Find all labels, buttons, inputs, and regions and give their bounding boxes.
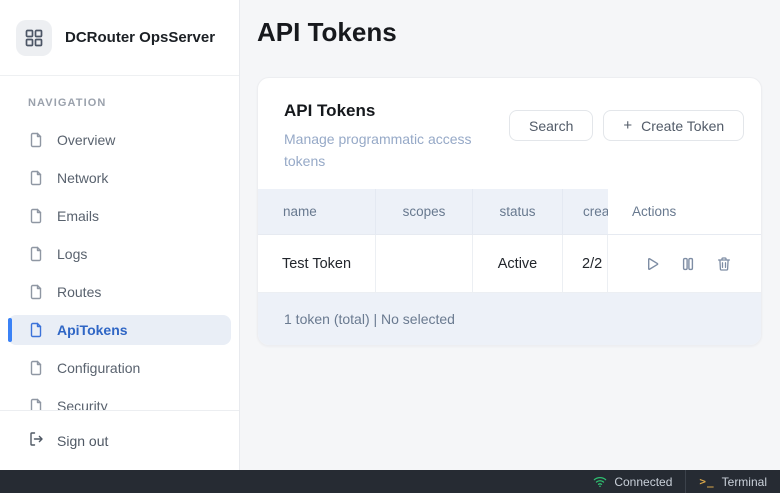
sidebar-item-label: Logs — [57, 246, 87, 262]
file-icon — [28, 360, 44, 376]
pause-token-button[interactable] — [680, 256, 696, 272]
cell-token-scopes — [376, 235, 473, 292]
column-header-name: name — [258, 189, 376, 234]
file-icon — [28, 132, 44, 148]
card-header: API Tokens Manage programmatic access to… — [258, 78, 761, 189]
brand-title: DCRouter OpsServer — [65, 29, 215, 46]
sign-out-button[interactable]: Sign out — [0, 431, 239, 450]
active-indicator-bar — [8, 318, 12, 342]
logout-icon — [28, 431, 44, 450]
sidebar-item-label: Emails — [57, 208, 99, 224]
grid-icon — [24, 28, 44, 48]
pause-icon — [680, 256, 696, 272]
create-token-label: Create Token — [641, 118, 724, 134]
column-header-status: status — [473, 189, 563, 234]
terminal-button[interactable]: >_ Terminal — [685, 470, 780, 493]
nav-section-label: NAVIGATION — [28, 97, 231, 109]
tokens-table: name scopes status created Actions Test … — [258, 189, 761, 345]
play-icon — [644, 256, 660, 272]
file-icon — [28, 284, 44, 300]
terminal-label: Terminal — [722, 475, 767, 489]
sidebar-footer: Sign out — [0, 410, 239, 470]
api-tokens-card: API Tokens Manage programmatic access to… — [257, 77, 762, 346]
sidebar-nav: NAVIGATION Overview Network Emails Logs — [0, 76, 239, 410]
status-bar: Connected >_ Terminal — [0, 470, 780, 493]
table-header-row: name scopes status created Actions — [258, 189, 761, 235]
sidebar-header: DCRouter OpsServer — [0, 0, 239, 76]
delete-token-button[interactable] — [716, 256, 732, 272]
plus-icon: + — [623, 118, 632, 133]
search-button-label: Search — [529, 118, 573, 134]
connection-status-label: Connected — [614, 475, 672, 489]
file-icon — [28, 322, 44, 338]
card-subtitle: Manage programmatic access tokens — [284, 128, 509, 172]
connection-status: Connected — [580, 470, 685, 493]
page-title: API Tokens — [257, 14, 762, 50]
cell-token-actions — [608, 235, 761, 292]
sidebar-item-overview[interactable]: Overview — [8, 125, 231, 155]
sidebar: DCRouter OpsServer NAVIGATION Overview N… — [0, 0, 240, 470]
table-summary-text: 1 token (total) | No selected — [284, 311, 455, 327]
table-row[interactable]: Test Token Active 2/2 — [258, 235, 761, 293]
file-icon — [28, 246, 44, 262]
app-window: DCRouter OpsServer NAVIGATION Overview N… — [0, 0, 780, 470]
sidebar-item-routes[interactable]: Routes — [8, 277, 231, 307]
app-logo — [16, 20, 52, 56]
sidebar-item-network[interactable]: Network — [8, 163, 231, 193]
sidebar-item-label: Routes — [57, 284, 101, 300]
cell-token-created: 2/2 — [563, 235, 608, 292]
sidebar-item-label: ApiTokens — [57, 322, 128, 338]
sidebar-item-apitokens[interactable]: ApiTokens — [8, 315, 231, 345]
column-header-scopes: scopes — [376, 189, 473, 234]
card-title: API Tokens — [284, 101, 509, 121]
sidebar-item-emails[interactable]: Emails — [8, 201, 231, 231]
main-content: API Tokens API Tokens Manage programmati… — [240, 0, 780, 470]
cell-token-status: Active — [473, 235, 563, 292]
resume-token-button[interactable] — [644, 256, 660, 272]
sidebar-item-logs[interactable]: Logs — [8, 239, 231, 269]
file-icon — [28, 170, 44, 186]
trash-icon — [716, 256, 732, 272]
cell-token-name: Test Token — [258, 235, 376, 292]
sign-out-label: Sign out — [57, 433, 108, 449]
file-icon — [28, 208, 44, 224]
search-button[interactable]: Search — [509, 110, 593, 141]
wifi-icon — [593, 475, 607, 488]
column-header-actions: Actions — [608, 189, 761, 234]
sidebar-item-label: Configuration — [57, 360, 140, 376]
terminal-icon: >_ — [699, 475, 714, 488]
sidebar-item-label: Overview — [57, 132, 115, 148]
create-token-button[interactable]: + Create Token — [603, 110, 744, 141]
sidebar-item-security[interactable]: Security — [8, 391, 231, 410]
sidebar-item-label: Network — [57, 170, 108, 186]
sidebar-item-configuration[interactable]: Configuration — [8, 353, 231, 383]
file-icon — [28, 398, 44, 410]
table-summary-bar: 1 token (total) | No selected — [258, 293, 761, 345]
sidebar-item-label: Security — [57, 398, 108, 410]
column-header-created: created — [563, 189, 608, 234]
